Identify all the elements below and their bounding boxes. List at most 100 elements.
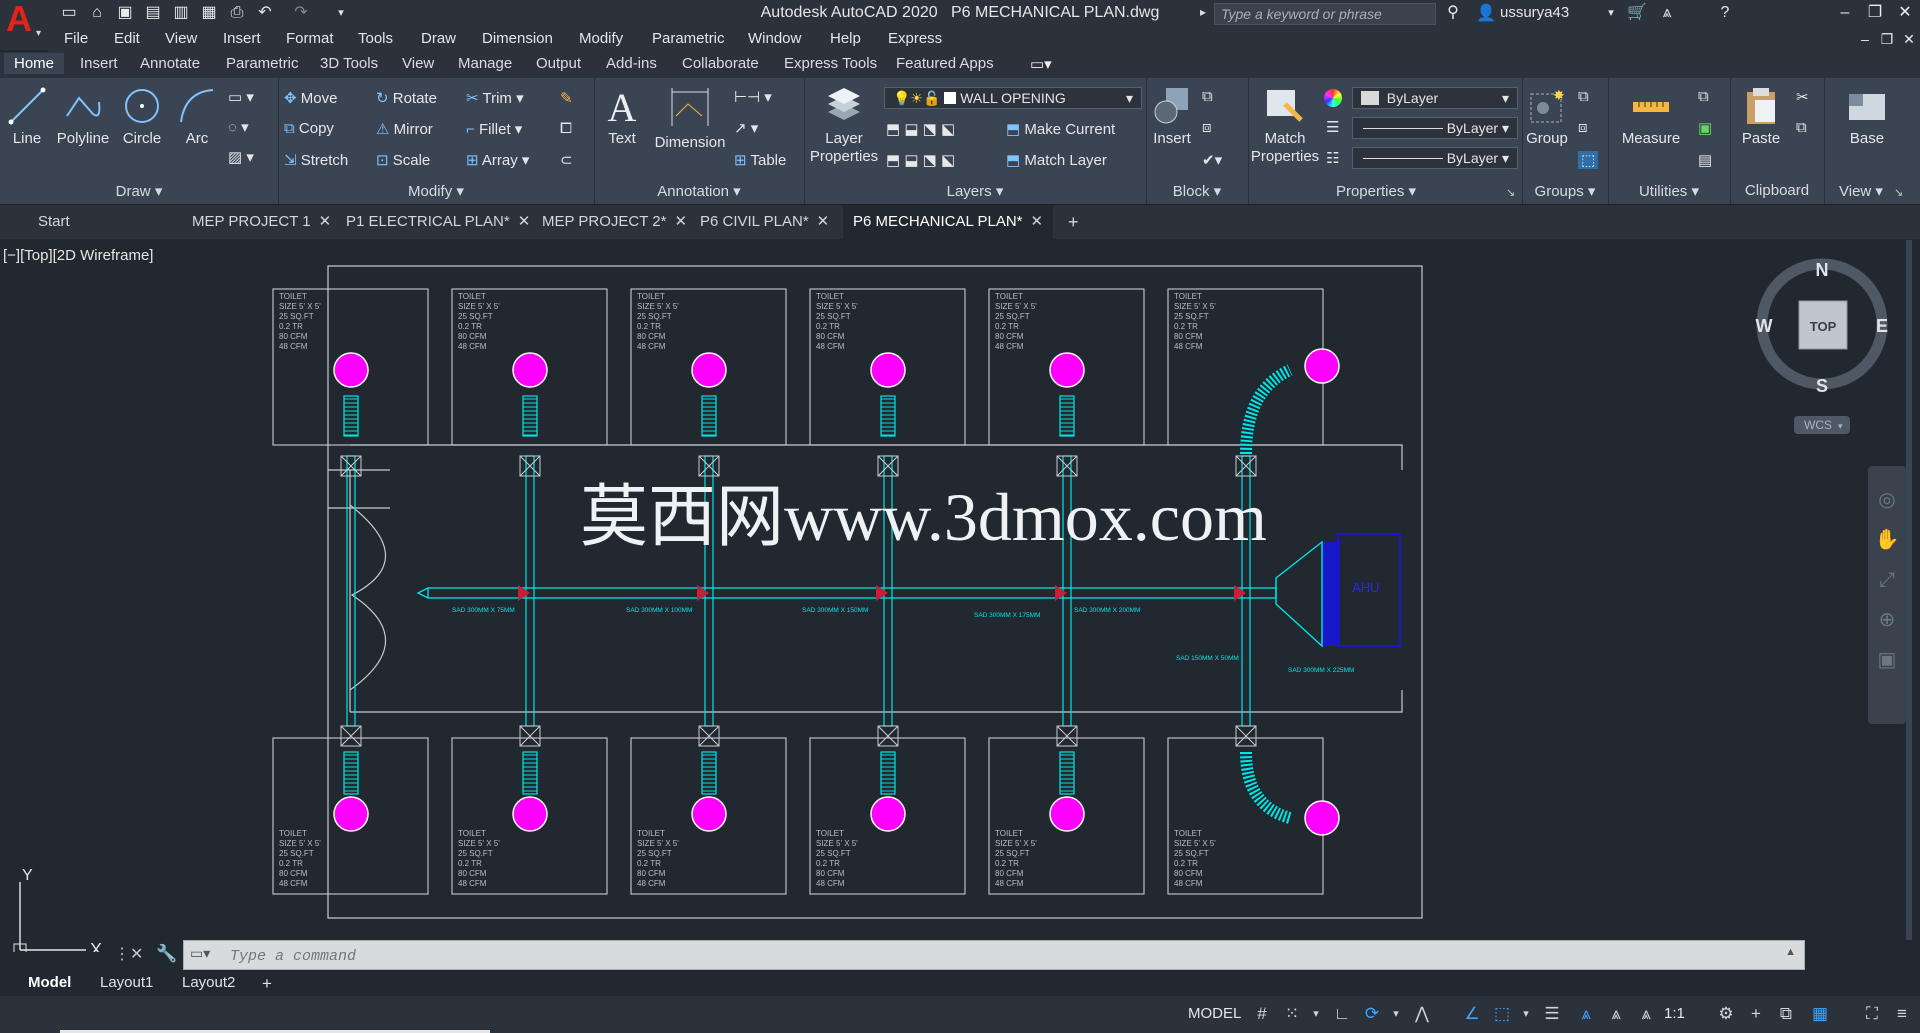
chevron-down-icon[interactable]: ▾ bbox=[1514, 1002, 1538, 1026]
publish-icon[interactable]: ▥ bbox=[170, 3, 192, 23]
gradient-icon[interactable]: ▨ ▾ bbox=[228, 148, 254, 166]
panel-title-view[interactable]: View ▾ bbox=[1824, 182, 1898, 200]
command-input[interactable] bbox=[228, 945, 1752, 967]
isolate-objects-icon[interactable]: ⧉ bbox=[1774, 1002, 1798, 1026]
tab-output[interactable]: Output bbox=[536, 55, 581, 72]
leader-icon[interactable]: ↗ ▾ bbox=[734, 119, 758, 137]
panel-title-draw[interactable]: Draw ▾ bbox=[0, 182, 278, 200]
tab-parametric[interactable]: Parametric bbox=[226, 55, 299, 72]
menu-express[interactable]: Express bbox=[888, 30, 942, 47]
panel-title-block[interactable]: Block ▾ bbox=[1146, 182, 1248, 200]
panel-title-layers[interactable]: Layers ▾ bbox=[804, 182, 1146, 200]
polyline-button[interactable]: Polyline bbox=[52, 86, 114, 147]
tab-model[interactable]: Model bbox=[28, 974, 71, 991]
text-button[interactable]: A Text bbox=[602, 86, 642, 148]
clean-screen-icon[interactable]: ⛶ bbox=[1860, 1002, 1884, 1026]
arc-button[interactable]: Arc bbox=[176, 86, 218, 147]
scale-button[interactable]: ⊡ Scale bbox=[376, 151, 430, 169]
compass-north[interactable]: N bbox=[1816, 260, 1829, 280]
isodraft-icon[interactable]: ⋀ bbox=[1410, 1002, 1434, 1026]
select-all-icon[interactable]: ▣ bbox=[1698, 119, 1712, 137]
command-history-icon[interactable]: ▭▾ bbox=[190, 945, 210, 962]
edit-block-icon[interactable]: ⧈ bbox=[1202, 119, 1212, 136]
application-menu-button[interactable]: A ▾ bbox=[0, 0, 48, 50]
close-tab-icon[interactable]: ✕ bbox=[1031, 213, 1044, 230]
move-button[interactable]: ✥ Move bbox=[284, 89, 337, 107]
compass-south[interactable]: S bbox=[1816, 376, 1828, 396]
panel-title-annotation[interactable]: Annotation ▾ bbox=[594, 182, 804, 200]
dialog-launcher-icon[interactable]: ↘ bbox=[1506, 186, 1515, 199]
paste-button[interactable]: Paste bbox=[1736, 86, 1786, 147]
binoculars-icon[interactable]: ⚲ bbox=[1442, 3, 1464, 23]
customization-menu-icon[interactable]: ≡ bbox=[1890, 1002, 1914, 1026]
menu-tools[interactable]: Tools bbox=[358, 30, 393, 47]
compass-west[interactable]: W bbox=[1756, 316, 1773, 336]
tab-express-tools[interactable]: Express Tools bbox=[784, 55, 877, 72]
layer-state-icon[interactable]: ⬒ ⬓ ⬔ ⬕ bbox=[886, 151, 955, 169]
polar-icon[interactable]: ⟳ bbox=[1360, 1002, 1384, 1026]
customize-icon[interactable]: 🔧 bbox=[156, 944, 177, 964]
measure-button[interactable]: Measure bbox=[1614, 86, 1688, 147]
orbit-icon[interactable]: ⊕ bbox=[1868, 600, 1906, 640]
menu-view[interactable]: View bbox=[165, 30, 197, 47]
minimize-icon[interactable]: – bbox=[1832, 2, 1858, 24]
compass-east[interactable]: E bbox=[1876, 316, 1888, 336]
menu-window[interactable]: Window bbox=[748, 30, 801, 47]
line-button[interactable]: Line bbox=[6, 86, 48, 147]
base-view-button[interactable]: Base bbox=[1844, 86, 1890, 147]
annotation-scale-icon[interactable]: ⩓ bbox=[1634, 1002, 1658, 1026]
annotation-monitor-icon[interactable]: + bbox=[1744, 1002, 1768, 1026]
search-expand-icon[interactable]: ▸ bbox=[1200, 5, 1206, 19]
new-tab-button[interactable]: + bbox=[1058, 205, 1089, 239]
file-tab-mep-project-1[interactable]: MEP PROJECT 1 ✕ bbox=[182, 205, 341, 239]
ungroup-icon[interactable]: ⧉ bbox=[1578, 88, 1589, 105]
chevron-down-icon[interactable]: ▾ bbox=[1304, 1002, 1328, 1026]
tab-add-ins[interactable]: Add-ins bbox=[606, 55, 657, 72]
add-layout-button[interactable]: + bbox=[262, 974, 272, 994]
model-space-button[interactable]: MODEL bbox=[1188, 1005, 1241, 1022]
file-tab-p1-electrical[interactable]: P1 ELECTRICAL PLAN* ✕ bbox=[336, 205, 540, 239]
match-properties-button[interactable]: Match Properties bbox=[1250, 86, 1320, 166]
zoom-extents-icon[interactable]: ⤢ bbox=[1868, 560, 1906, 600]
fillet-button[interactable]: ⌐ Fillet ▾ bbox=[466, 120, 522, 138]
linear-dim-icon[interactable]: ⊢⊣ ▾ bbox=[734, 88, 772, 106]
file-tab-p6-mechanical[interactable]: P6 MECHANICAL PLAN* ✕ bbox=[843, 205, 1054, 239]
customize-toolbar-icon[interactable]: ▾ bbox=[330, 3, 352, 23]
linetype-dropdown[interactable]: ByLayer ▾ bbox=[1352, 147, 1518, 169]
lineweight-toggle-icon[interactable]: ☰ bbox=[1540, 1002, 1564, 1026]
edit-attributes-icon[interactable]: ✔▾ bbox=[1202, 151, 1222, 169]
mirror-button[interactable]: ⚠ Mirror bbox=[376, 120, 433, 138]
tab-manage[interactable]: Manage bbox=[458, 55, 512, 72]
menu-edit[interactable]: Edit bbox=[114, 30, 140, 47]
dialog-launcher-icon[interactable]: ↘ bbox=[1894, 186, 1903, 199]
auto-scale-icon[interactable]: ⩓ bbox=[1604, 1002, 1628, 1026]
chevron-down-icon[interactable]: ▾ bbox=[1600, 3, 1622, 23]
restore-icon[interactable]: ❐ bbox=[1862, 2, 1888, 24]
insert-block-button[interactable]: Insert bbox=[1150, 86, 1194, 147]
annotation-visibility-icon[interactable]: ⩓ bbox=[1574, 1002, 1598, 1026]
ahu-unit[interactable]: AHU bbox=[1275, 533, 1401, 648]
panel-title-modify[interactable]: Modify ▾ bbox=[278, 182, 594, 200]
tab-insert[interactable]: Insert bbox=[80, 55, 118, 72]
menu-dimension[interactable]: Dimension bbox=[482, 30, 553, 47]
layer-dropdown[interactable]: 💡☀🔓 WALL OPENING ▾ bbox=[884, 87, 1142, 109]
circle-button[interactable]: Circle bbox=[118, 86, 166, 147]
array-button[interactable]: ⊞ Array ▾ bbox=[466, 151, 529, 169]
viewport-scrollbar[interactable] bbox=[1906, 240, 1912, 940]
tab-collaborate[interactable]: Collaborate bbox=[682, 55, 759, 72]
save-as-icon[interactable]: ▤ bbox=[142, 3, 164, 23]
erase-icon[interactable]: ✎ bbox=[560, 89, 573, 107]
ribbon-toggle-icon[interactable]: ▭▾ bbox=[1030, 55, 1052, 73]
explode-icon[interactable]: ⧠ bbox=[560, 120, 572, 137]
color-dropdown[interactable]: ByLayer ▾ bbox=[1352, 87, 1518, 109]
group-selection-icon[interactable]: ⬚ bbox=[1578, 151, 1599, 169]
layer-properties-button[interactable]: Layer Properties bbox=[808, 86, 880, 166]
search-input[interactable]: Type a keyword or phrase bbox=[1214, 3, 1436, 25]
workspace-gear-icon[interactable]: ⚙ bbox=[1714, 1002, 1738, 1026]
menu-insert[interactable]: Insert bbox=[223, 30, 261, 47]
pan-icon[interactable]: ✋ bbox=[1868, 520, 1906, 560]
tab-featured-apps[interactable]: Featured Apps bbox=[896, 55, 994, 72]
redo-icon[interactable]: ↷ bbox=[290, 3, 312, 23]
file-tab-mep-project-2[interactable]: MEP PROJECT 2* ✕ bbox=[532, 205, 697, 239]
menu-modify[interactable]: Modify bbox=[579, 30, 623, 47]
